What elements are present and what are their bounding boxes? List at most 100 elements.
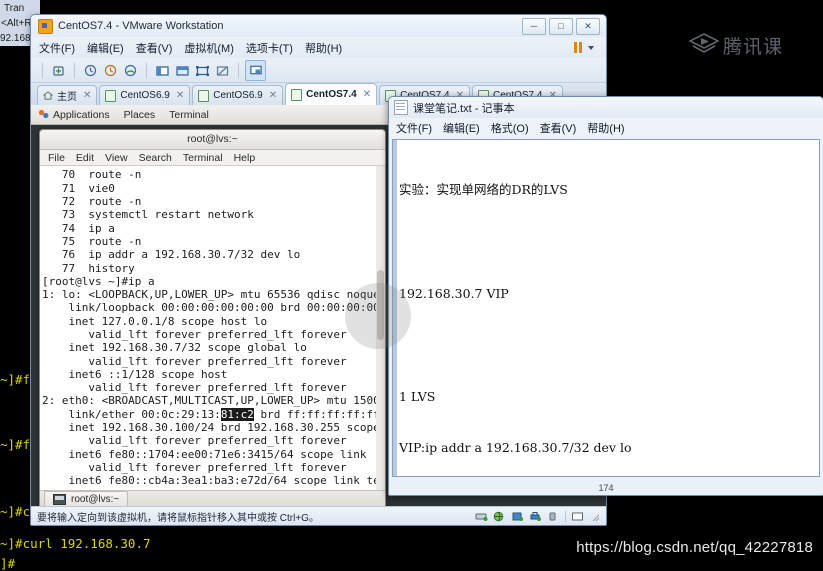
menu-terminal-window[interactable]: Terminal — [169, 109, 209, 121]
mac-prefix: link/ether 00:0c:29:13: — [42, 407, 221, 421]
tab-home[interactable]: 主页 ✕ — [37, 85, 98, 105]
terminal-line: inet 192.168.30.100/24 brd 192.168.30.25… — [42, 421, 385, 435]
network-icon[interactable] — [493, 511, 506, 522]
tab-centos74-active[interactable]: CentOS7.4 ✕ — [285, 83, 378, 105]
menu-edit[interactable]: 编辑(E) — [87, 40, 124, 56]
snapshot-add-icon[interactable] — [49, 61, 68, 80]
menu-help[interactable]: 帮助(H) — [305, 40, 342, 56]
notepad-statusbar: 174 — [598, 482, 614, 493]
notepad-menubar[interactable]: 文件(F) 编辑(E) 格式(O) 查看(V) 帮助(H) — [389, 118, 823, 137]
note-line: 192.168.30.7 VIP — [399, 285, 509, 301]
terminal-menu-search[interactable]: Search — [139, 152, 172, 164]
bg-term-line-curl: ~]#curl 192.168.30.7 — [0, 536, 151, 551]
preferences-icon[interactable] — [245, 59, 266, 81]
terminal-output[interactable]: 70 route -n 71 vie0 72 route -n 73 syste… — [40, 166, 385, 490]
menu-applications[interactable]: Applications — [53, 109, 110, 121]
terminal-prompt: [root@lvs ~]# — [42, 274, 129, 288]
menu-vm[interactable]: 虚拟机(M) — [184, 40, 234, 56]
terminal-line: 70 route -n — [42, 168, 142, 182]
terminal-menu-file[interactable]: File — [48, 152, 65, 164]
snapshot-take-icon[interactable] — [81, 61, 100, 80]
gnome-terminal-window[interactable]: root@lvs:~ File Edit View Search Termina… — [39, 129, 386, 506]
terminal-menu-edit[interactable]: Edit — [76, 152, 94, 164]
terminal-titlebar[interactable]: root@lvs:~ — [40, 130, 385, 150]
note-line — [399, 233, 819, 250]
tab-label: 主页 — [57, 92, 77, 103]
sound-icon[interactable] — [547, 511, 560, 522]
snapshot-revert-icon[interactable] — [101, 61, 120, 80]
tab-close-icon[interactable]: ✕ — [363, 89, 371, 100]
vmware-titlebar[interactable]: CentOS7.4 - VMware Workstation ─ □ ✕ — [31, 15, 606, 37]
terminal-menu-view[interactable]: View — [105, 152, 128, 164]
applications-icon — [38, 109, 49, 119]
bg-term-line: ~]#f — [0, 437, 31, 452]
note-line: 1 LVS — [399, 388, 436, 404]
usb-icon[interactable] — [511, 511, 524, 522]
console-view-icon[interactable] — [173, 61, 192, 80]
tab-centos69-1[interactable]: CentOS6.9 ✕ — [99, 85, 191, 105]
menu-tabs[interactable]: 选项卡(T) — [246, 40, 293, 56]
menu-places[interactable]: Places — [124, 109, 156, 121]
maximize-button[interactable]: □ — [549, 17, 573, 35]
terminal-line: 73 systemctl restart network — [42, 208, 254, 222]
menu-view[interactable]: 查看(V) — [136, 40, 173, 56]
tab-label: CentOS6.9 — [120, 90, 170, 101]
taskbar-item-terminal[interactable]: root@lvs:~ — [44, 491, 129, 506]
menu-file[interactable]: 文件(F) — [39, 40, 75, 56]
sidebar-toggle-icon[interactable] — [153, 61, 172, 80]
terminal-scrollbar[interactable] — [376, 166, 385, 490]
bg-term-line: ~]#c — [0, 504, 31, 519]
terminal-line: inet 127.0.0.1/8 scope host lo — [42, 314, 268, 328]
tab-centos69-2[interactable]: CentOS6.9 ✕ — [192, 85, 284, 105]
notepad-menu-view[interactable]: 查看(V) — [540, 120, 577, 136]
vmware-menubar[interactable]: 文件(F) 编辑(E) 查看(V) 虚拟机(M) 选项卡(T) 帮助(H) — [31, 37, 606, 58]
tab-label: CentOS7.4 — [306, 89, 357, 100]
terminal-scrollbar-thumb[interactable] — [377, 270, 384, 341]
notepad-text-area[interactable]: 实验：实现单网络的DR的LVS 192.168.30.7 VIP 1 LVS V… — [392, 139, 820, 477]
unity-view-icon[interactable] — [213, 61, 232, 80]
background-window-hint: <Alt+R — [1, 18, 32, 29]
terminal-icon — [53, 494, 66, 505]
pause-icon[interactable] — [574, 42, 582, 53]
vmware-status-icons[interactable] — [475, 510, 600, 522]
fullscreen-icon[interactable] — [193, 61, 212, 80]
close-button[interactable]: ✕ — [576, 17, 600, 35]
vmware-toolbar[interactable] — [31, 58, 606, 83]
vmware-app-icon — [38, 18, 53, 34]
terminal-line: inet6 fe80::1704:ee00:71e6:3415/64 scope… — [42, 447, 367, 461]
tab-close-icon[interactable]: ✕ — [176, 90, 184, 101]
minimize-button[interactable]: ─ — [522, 17, 546, 35]
terminal-line-mac: link/ether 00:0c:29:13:81:c2 brd ff:ff:f… — [42, 407, 385, 421]
toolbar-divider — [42, 62, 43, 78]
notepad-app-icon — [394, 100, 408, 115]
message-icon[interactable] — [571, 511, 584, 522]
notepad-left-accent — [393, 140, 397, 476]
tab-close-icon[interactable]: ✕ — [83, 90, 91, 101]
chevron-down-icon[interactable] — [588, 45, 594, 50]
terminal-menu-terminal[interactable]: Terminal — [183, 152, 223, 164]
notepad-window[interactable]: 课堂笔记.txt - 记事本 文件(F) 编辑(E) 格式(O) 查看(V) 帮… — [388, 96, 823, 496]
status-divider — [565, 510, 566, 522]
notepad-menu-help[interactable]: 帮助(H) — [587, 120, 624, 136]
terminal-line: 74 ip a — [42, 221, 115, 235]
vmware-statusbar: 要将输入定向到该虚拟机，请将鼠标指针移入其中或按 Ctrl+G。 — [31, 506, 606, 525]
notepad-content[interactable]: 实验：实现单网络的DR的LVS 192.168.30.7 VIP 1 LVS V… — [393, 140, 819, 476]
notepad-menu-edit[interactable]: 编辑(E) — [443, 120, 480, 136]
terminal-menu-help[interactable]: Help — [234, 152, 256, 164]
tab-close-icon[interactable]: ✕ — [269, 90, 277, 101]
note-line: 实验：实现单网络的DR的LVS — [399, 182, 568, 198]
resize-grip-icon[interactable] — [589, 511, 600, 522]
notepad-menu-format[interactable]: 格式(O) — [491, 120, 529, 136]
notepad-titlebar[interactable]: 课堂笔记.txt - 记事本 — [389, 97, 823, 118]
terminal-line: 2: eth0: <BROADCAST,MULTICAST,UP,LOWER_U… — [42, 394, 385, 408]
terminal-menubar[interactable]: File Edit View Search Terminal Help — [40, 149, 385, 167]
guest-taskbar[interactable]: root@lvs:~ — [40, 490, 385, 506]
hdd-icon[interactable] — [475, 511, 488, 522]
bg-term-line: ~]#f — [0, 372, 31, 387]
background-window-ip: 92.168. — [0, 33, 34, 44]
terminal-line: valid_lft forever preferred_lft forever — [42, 460, 347, 474]
snapshot-manager-icon[interactable] — [121, 61, 140, 80]
vmware-window-controls[interactable]: ─ □ ✕ — [522, 17, 602, 35]
printer-icon[interactable] — [529, 511, 542, 522]
notepad-menu-file[interactable]: 文件(F) — [396, 120, 432, 136]
